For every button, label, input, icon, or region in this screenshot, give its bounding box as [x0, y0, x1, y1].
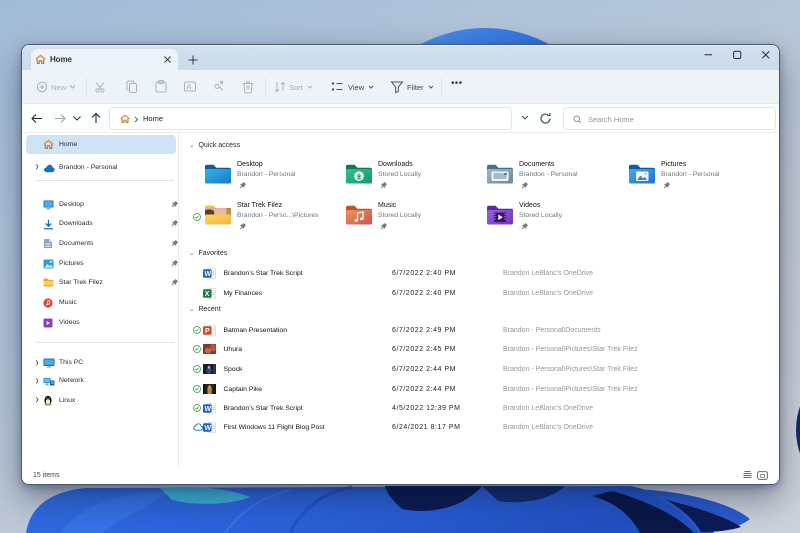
svg-text:W: W — [205, 271, 212, 278]
svg-text:New: New — [51, 83, 67, 92]
svg-text:P: P — [205, 328, 210, 335]
svg-text:X: X — [205, 290, 210, 297]
svg-text:W: W — [205, 425, 212, 432]
svg-text:A: A — [187, 84, 192, 91]
svg-text:W: W — [205, 405, 212, 412]
